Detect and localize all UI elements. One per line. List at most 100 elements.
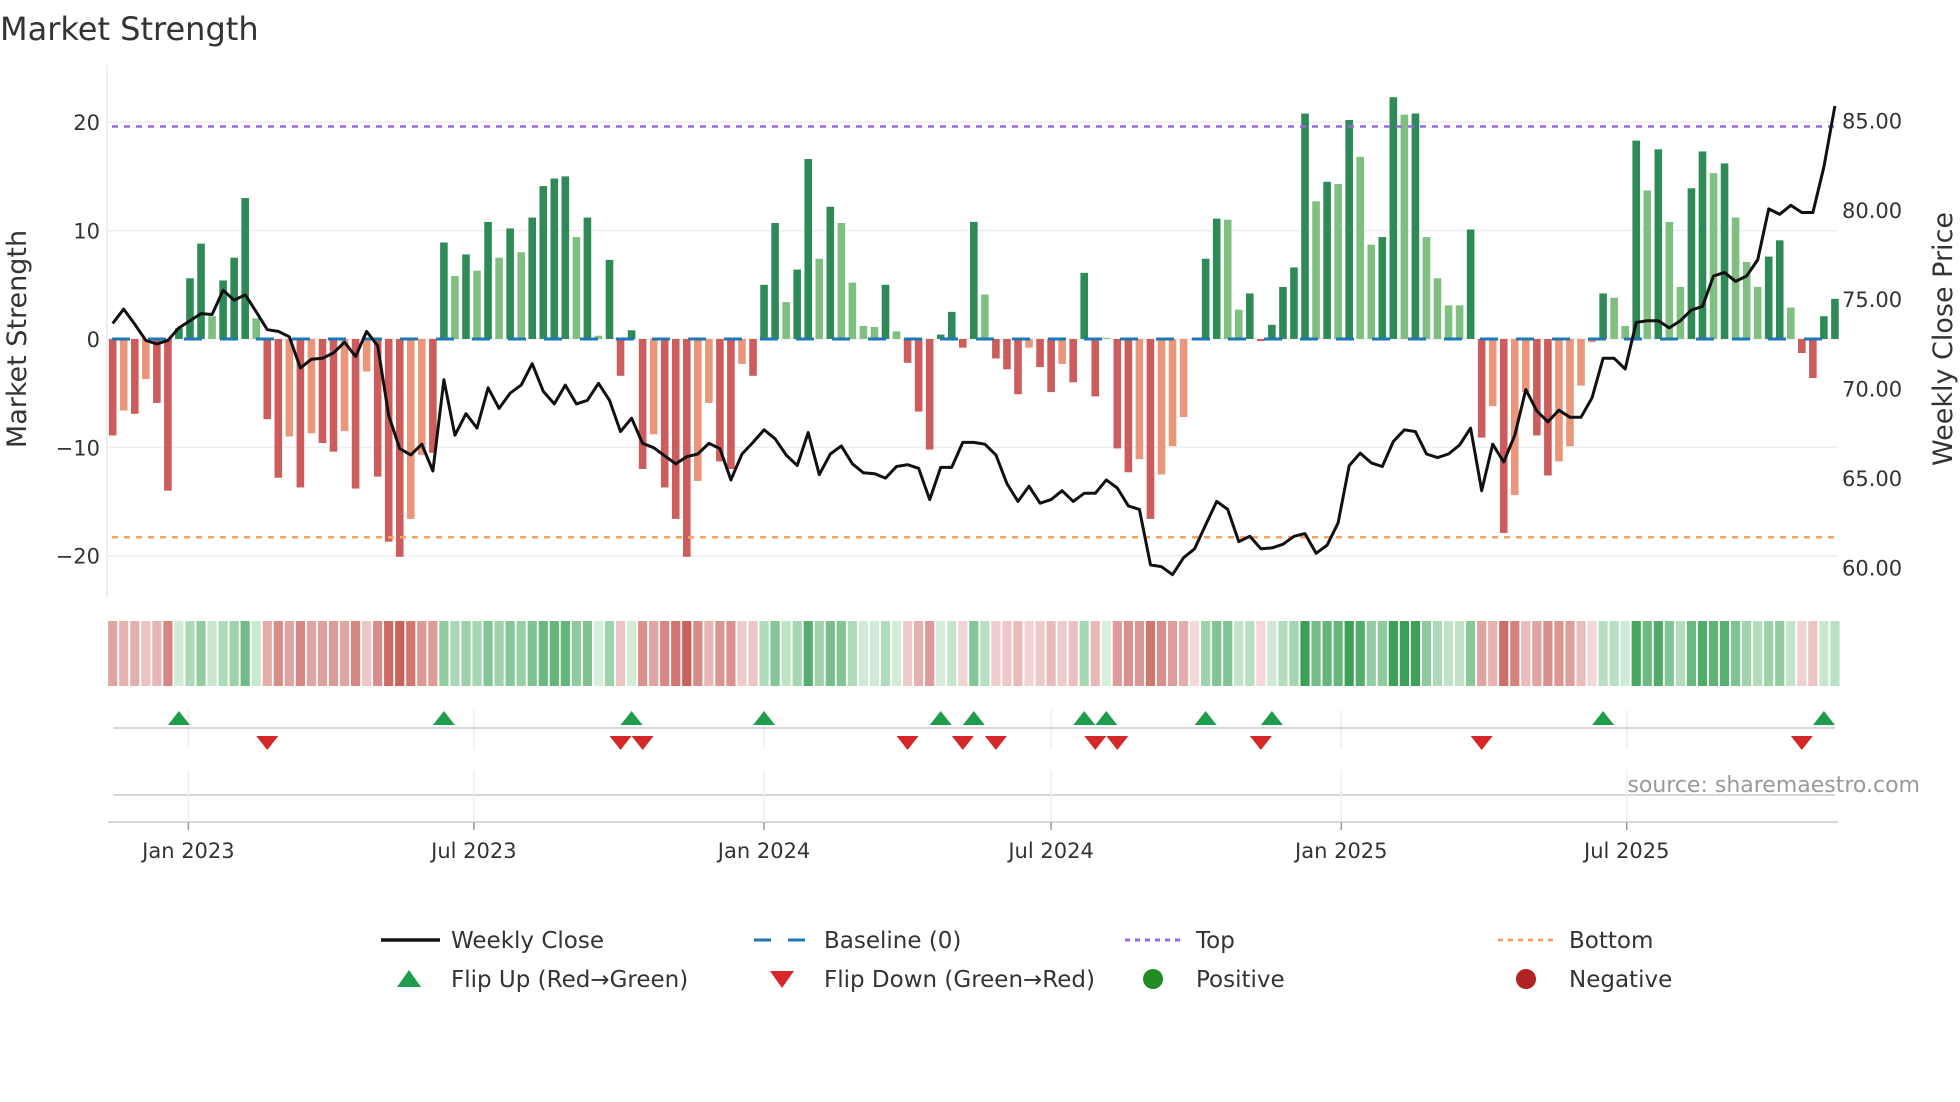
heat-cell-negative	[395, 621, 405, 686]
bar-negative	[384, 338, 393, 542]
heat-cell-positive	[825, 621, 835, 686]
bar-positive	[1356, 156, 1365, 339]
flip-down-marker	[951, 736, 974, 750]
heat-cell-positive	[472, 621, 482, 686]
heat-cell-positive	[1355, 621, 1365, 686]
legend-label: Bottom	[1569, 928, 1653, 954]
bar-positive	[1279, 286, 1287, 339]
heat-cell-negative	[1797, 621, 1807, 686]
y-tick-label: 0	[87, 328, 100, 352]
bar-negative	[1555, 338, 1563, 462]
legend-item: Bottom	[1498, 928, 1653, 954]
heat-cell-negative	[1499, 621, 1509, 686]
bar-positive	[1643, 190, 1652, 339]
bar-positive	[1223, 219, 1232, 339]
heat-cell-positive	[439, 621, 449, 686]
bar-negative	[727, 338, 735, 470]
heat-cell-positive	[1300, 621, 1310, 686]
flip-down-marker	[1470, 736, 1493, 750]
market-strength-chart: Market Strength 20 10 0 −10 −20 85.00 80.00 75…	[0, 10, 1959, 993]
heat-cell-positive	[571, 621, 581, 686]
legend-label: Weekly Close	[451, 928, 604, 954]
bar-positive	[1234, 309, 1243, 339]
heat-cell-positive	[792, 621, 802, 686]
heat-cell-negative	[704, 621, 714, 686]
heat-cell-positive	[483, 621, 493, 686]
y-tick-label: 20	[73, 111, 100, 135]
heat-cell-positive	[1631, 621, 1641, 686]
heat-cell-positive	[251, 621, 261, 686]
bar-positive	[1753, 286, 1762, 339]
flip-up-marker	[1812, 711, 1835, 725]
legend-item: Weekly Close	[381, 928, 604, 954]
bar-positive	[451, 276, 459, 339]
heat-cell-positive	[1278, 621, 1288, 686]
heat-cell-negative	[1488, 621, 1498, 686]
legend: Weekly Close Baseline (0) Top Bottom Flip Up…	[381, 928, 1672, 993]
heat-cell-negative	[925, 621, 935, 686]
left-axis-title: Market Strength	[2, 230, 33, 448]
bar-negative	[1146, 338, 1155, 519]
heat-cell-positive	[1675, 621, 1685, 686]
bar-positive	[1312, 201, 1320, 339]
heat-cell-negative	[130, 621, 140, 686]
bar-negative	[340, 338, 349, 432]
heat-cell-positive	[1764, 621, 1774, 686]
bar-negative	[1488, 338, 1497, 407]
heat-cell-negative	[914, 621, 924, 686]
legend-label: Top	[1195, 928, 1235, 954]
heat-cell-positive	[516, 621, 526, 686]
heat-cell-negative	[991, 621, 1001, 686]
bar-positive	[506, 228, 514, 339]
heat-cell-positive	[450, 621, 460, 686]
heat-cell-positive	[1289, 621, 1299, 686]
heat-cell-positive	[538, 621, 548, 686]
heat-cell-positive	[1753, 621, 1763, 686]
bar-positive	[1831, 298, 1839, 339]
heat-cell-negative	[1256, 621, 1266, 686]
heat-cell-positive	[1432, 621, 1443, 686]
x-tick-label: Jul 2024	[1006, 839, 1093, 863]
heat-cell-positive	[1201, 621, 1211, 686]
heat-cell-negative	[1190, 621, 1200, 686]
bar-positive	[1720, 163, 1729, 339]
heat-cell-positive	[1388, 621, 1398, 686]
heat-cell-negative	[1002, 621, 1012, 686]
bar-negative	[1069, 338, 1077, 383]
heat-cell-positive	[1223, 621, 1233, 686]
bar-negative	[1135, 338, 1144, 460]
heat-strip	[108, 621, 1840, 686]
bar-negative	[1113, 338, 1122, 449]
bar-positive	[793, 269, 801, 339]
bar-negative	[671, 338, 680, 519]
heat-cell-positive	[1642, 621, 1652, 686]
heat-cell-negative	[715, 621, 725, 686]
bar-negative	[1124, 338, 1133, 473]
heat-cell-positive	[1466, 621, 1476, 686]
heat-cell-positive	[593, 621, 604, 686]
heat-cell-negative	[417, 621, 427, 686]
bar-positive	[1080, 272, 1089, 339]
bar-negative	[142, 338, 150, 380]
bar-positive	[583, 217, 592, 339]
heat-cell-negative	[1565, 621, 1575, 686]
bar-negative	[1157, 338, 1166, 475]
heat-cell-negative	[1554, 621, 1564, 686]
heat-cell-negative	[649, 621, 659, 686]
heat-cell-positive	[1443, 621, 1454, 686]
heat-cell-negative	[328, 621, 339, 686]
bar-negative	[307, 338, 316, 434]
bar-positive	[815, 258, 824, 339]
bar-negative	[738, 338, 746, 364]
bar-negative	[1809, 338, 1817, 378]
bar-positive	[892, 331, 901, 339]
bar-negative	[1499, 338, 1508, 533]
heat-cell-positive	[494, 621, 504, 686]
flip-up-marker	[1592, 711, 1615, 725]
heat-cell-positive	[207, 621, 217, 686]
bar-positive	[1389, 97, 1398, 339]
flip-down-marker	[1790, 736, 1813, 750]
heat-cell-positive	[936, 621, 946, 686]
x-axis: Jan 2023 Jul 2023 Jan 2024 Jul 2024 Jan 2025…	[108, 770, 1838, 863]
bar-negative	[914, 338, 923, 412]
